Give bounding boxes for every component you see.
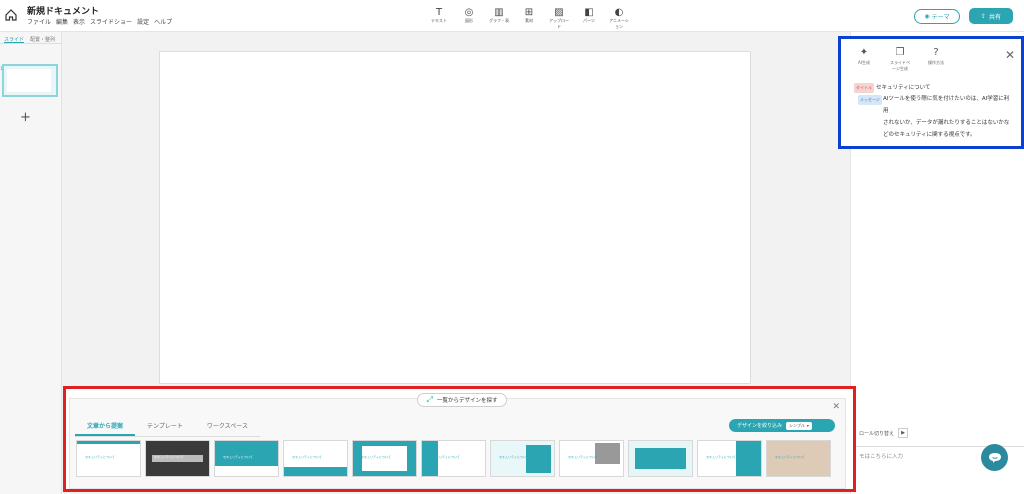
thumbnail-decoration xyxy=(284,467,347,476)
thumbnail-decoration xyxy=(215,465,278,476)
message-tag: メッセージ xyxy=(858,95,882,105)
thumbnail-caption: セキュリティについて xyxy=(499,455,529,459)
header: 新規ドキュメント ファイル 編集 表示 スライドショー 設定 ヘルプ T テキスト… xyxy=(0,0,1024,32)
slide-thumbnail[interactable] xyxy=(2,64,58,97)
design-thumbnail[interactable]: セキュリティについて xyxy=(559,440,624,477)
menu-slideshow[interactable]: スライドショー xyxy=(90,17,132,26)
design-thumbnail[interactable]: セキュリティについて xyxy=(214,440,279,477)
tool-text[interactable]: T テキスト xyxy=(428,6,450,30)
design-panel-inner: ⤢ 一覧からデザインを探す ✕ 文章から提案 テンプレート ワークスペース デザ… xyxy=(69,393,846,489)
design-thumbnail[interactable]: セキュリティについて xyxy=(283,440,348,477)
design-thumbnail[interactable]: セキュリティについて xyxy=(490,440,555,477)
app-window: 新規ドキュメント ファイル 編集 表示 スライドショー 設定 ヘルプ T テキスト… xyxy=(0,0,1024,494)
chat-button[interactable] xyxy=(981,444,1008,471)
thumbnail-caption: セキュリティについて xyxy=(775,455,805,459)
ai-title-text[interactable]: セキュリティについて xyxy=(876,85,931,91)
text-icon: T xyxy=(435,6,443,18)
tab-arrange[interactable]: 配置・整列 xyxy=(30,36,55,43)
role-switch[interactable]: ロール切り替え ▶ xyxy=(859,428,909,438)
thumbnail-decoration xyxy=(594,442,620,464)
menu-help[interactable]: ヘルプ xyxy=(154,17,172,26)
tab-slides[interactable]: スライド xyxy=(4,36,25,43)
slides-panel: スライド 配置・整列 1 + xyxy=(0,32,62,494)
thumbnail-caption: セキュリティについて xyxy=(361,455,391,459)
design-thumbnails: セキュリティについて セキュリティについて セキュリティについて セキュリティについて… xyxy=(76,440,831,477)
tool-parts[interactable]: ◧ パーツ xyxy=(578,6,600,30)
design-tabs: 文章から提案 テンプレート ワークスペース xyxy=(75,421,260,437)
menu-file[interactable]: ファイル xyxy=(27,17,51,26)
share-icon: ⇪ xyxy=(980,12,986,20)
left-tabs: スライド 配置・整列 xyxy=(0,32,61,44)
chat-icon xyxy=(988,452,1001,463)
thumbnail-caption: セキュリティについて xyxy=(292,455,322,459)
tab-suggest-from-text[interactable]: 文章から提案 xyxy=(75,421,136,436)
thumbnail-decoration xyxy=(77,441,140,444)
ai-title-line: タイトル セキュリティについて xyxy=(854,83,931,93)
theme-button[interactable]: ◉ テーマ xyxy=(914,9,960,24)
document-title[interactable]: 新規ドキュメント xyxy=(27,4,99,17)
parts-icon: ◧ xyxy=(584,6,594,18)
design-thumbnail[interactable]: セキュリティについて xyxy=(352,440,417,477)
add-slide-icon[interactable]: + xyxy=(20,110,31,125)
tab-templates[interactable]: テンプレート xyxy=(135,421,195,436)
thumbnail-caption: セキュリティについて xyxy=(85,455,115,459)
assets-icon: ⊞ xyxy=(524,6,534,18)
style-select[interactable]: シンプル ▾ xyxy=(786,421,812,430)
role-switch-label: ロール切り替え xyxy=(859,430,895,437)
home-icon[interactable] xyxy=(4,8,18,22)
tab-workspace[interactable]: ワークスペース xyxy=(195,421,260,436)
thumbnail-caption: セキュリティについて xyxy=(223,455,253,459)
title-tag: タイトル xyxy=(854,83,874,93)
design-thumbnail[interactable]: セキュリティについて xyxy=(421,440,486,477)
expand-icon: ⤢ xyxy=(426,395,433,404)
play-icon[interactable]: ▶ xyxy=(898,428,909,438)
menu-view[interactable]: 表示 xyxy=(73,17,85,26)
page-generate-button[interactable]: ❐ スライドページ生成 xyxy=(889,47,911,72)
tool-upload[interactable]: ▨ アップロード xyxy=(548,6,570,30)
help-button[interactable]: ? 操作方法 xyxy=(925,47,947,72)
menu-settings[interactable]: 設定 xyxy=(137,17,149,26)
ai-assist-box: ✦ AI生成 ❐ スライドページ生成 ? 操作方法 ✕ タイトル セキュリティについて … xyxy=(838,36,1024,149)
tool-chart[interactable]: ▥ グラフ・表 xyxy=(488,6,510,30)
thumbnail-caption: セキュリティについて xyxy=(637,455,667,459)
menu-bar: ファイル 編集 表示 スライドショー 設定 ヘルプ xyxy=(27,17,172,26)
chart-icon: ▥ xyxy=(494,6,504,18)
ai-message-body[interactable]: AIツールを使う際に気を付けたいのは、AI学習に利用 されないか、データが漏れた… xyxy=(883,93,1013,141)
close-panel-icon[interactable]: ✕ xyxy=(832,402,840,412)
upload-icon: ▨ xyxy=(554,6,564,18)
design-thumbnail[interactable]: セキュリティについて xyxy=(766,440,831,477)
narrow-design-button[interactable]: デザインを絞り込み シンプル ▾ xyxy=(729,419,835,432)
pages-icon: ❐ xyxy=(895,47,905,58)
tool-animation[interactable]: ◐ アニメーション xyxy=(608,6,630,30)
sparkle-icon: ✦ xyxy=(859,47,869,58)
tool-assets[interactable]: ⊞ 素材 xyxy=(518,6,540,30)
right-panel: ✦ AI生成 ❐ スライドページ生成 ? 操作方法 ✕ タイトル セキュリティについて … xyxy=(838,32,1024,494)
thumbnail-caption: セキュリティについて xyxy=(568,455,598,459)
design-suggestion-panel: ⤢ 一覧からデザインを探す ✕ 文章から提案 テンプレート ワークスペース デザ… xyxy=(63,386,856,492)
help-icon: ? xyxy=(933,47,939,58)
thumbnail-caption: セキュリティについて xyxy=(706,455,736,459)
design-thumbnail[interactable]: セキュリティについて xyxy=(76,440,141,477)
share-button[interactable]: ⇪ 共有 xyxy=(969,8,1013,24)
menu-edit[interactable]: 編集 xyxy=(56,17,68,26)
design-thumbnail[interactable]: セキュリティについて xyxy=(628,440,693,477)
message-tag-line: メッセージ xyxy=(858,95,884,105)
thumbnail-decoration xyxy=(525,444,551,473)
find-design-button[interactable]: ⤢ 一覧からデザインを探す xyxy=(417,393,507,407)
chevron-down-icon: ▾ xyxy=(806,423,809,428)
shapes-icon: ◎ xyxy=(464,6,474,18)
close-icon[interactable]: ✕ xyxy=(1005,48,1015,62)
thumbnail-caption: セキュリティについて xyxy=(430,455,460,459)
tool-shapes[interactable]: ◎ 図形 xyxy=(458,6,480,30)
ai-generate-button[interactable]: ✦ AI生成 xyxy=(853,47,875,72)
palette-icon: ◉ xyxy=(924,13,930,20)
thumbnail-caption: セキュリティについて xyxy=(154,455,184,459)
toolbar: T テキスト ◎ 図形 ▥ グラフ・表 ⊞ 素材 ▨ アップロード ◧ パーツ ◐ アニメーシ… xyxy=(428,6,630,30)
design-thumbnail[interactable]: セキュリティについて xyxy=(145,440,210,477)
animation-icon: ◐ xyxy=(614,6,624,18)
ai-tools: ✦ AI生成 ❐ スライドページ生成 ? 操作方法 xyxy=(853,47,947,72)
design-thumbnail[interactable]: セキュリティについて xyxy=(697,440,762,477)
slide-canvas[interactable] xyxy=(159,51,751,384)
